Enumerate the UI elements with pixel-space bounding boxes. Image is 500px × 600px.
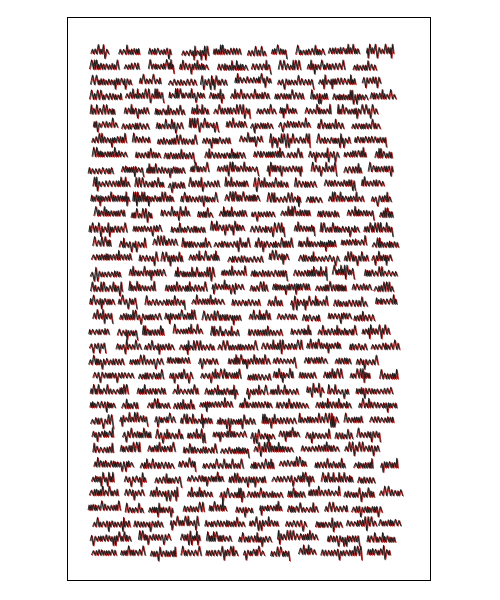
handwritten-line bbox=[92, 175, 386, 194]
handwritten-word bbox=[168, 368, 194, 384]
handwritten-line bbox=[90, 43, 395, 61]
handwritten-line bbox=[91, 426, 382, 445]
handwritten-line bbox=[88, 338, 401, 356]
handwritten-line bbox=[92, 367, 400, 384]
handwritten-word bbox=[277, 529, 319, 545]
handwritten-line bbox=[91, 131, 388, 149]
handwritten-line bbox=[90, 279, 395, 297]
handwritten-word bbox=[278, 456, 307, 467]
handwritten-line bbox=[92, 308, 376, 326]
handwritten-word bbox=[205, 531, 232, 542]
handwritten-word bbox=[360, 175, 385, 187]
handwritten-line bbox=[87, 500, 384, 519]
page-sheet bbox=[67, 17, 431, 581]
handwritten-word bbox=[156, 134, 198, 145]
handwritten-line bbox=[89, 264, 399, 283]
handwriting-area bbox=[87, 43, 404, 562]
handwritten-word bbox=[318, 74, 356, 90]
handwritten-line bbox=[90, 249, 394, 267]
handwritten-word bbox=[89, 266, 121, 282]
handwritten-word bbox=[293, 177, 317, 188]
handwritten-line bbox=[88, 485, 404, 503]
handwritten-word bbox=[310, 161, 337, 177]
handwritten-line bbox=[87, 161, 395, 179]
handwritten-line bbox=[91, 544, 392, 562]
handwritten-word bbox=[284, 519, 307, 532]
handwritten-word bbox=[204, 384, 238, 400]
handwritten-line bbox=[89, 397, 398, 414]
handwritten-line bbox=[90, 411, 395, 430]
handwritten-word bbox=[170, 222, 206, 233]
handwritten-line bbox=[89, 87, 398, 106]
handwritten-word bbox=[93, 456, 134, 472]
handwritten-word bbox=[129, 354, 164, 370]
handwritten-line bbox=[89, 58, 378, 76]
handwritten-word bbox=[344, 441, 380, 457]
handwritten-word bbox=[346, 205, 375, 221]
handwritten-line bbox=[92, 234, 400, 253]
handwritten-line bbox=[91, 146, 394, 165]
handwritten-word bbox=[355, 354, 379, 370]
handwritten-line bbox=[89, 382, 394, 400]
handwritten-line bbox=[89, 529, 397, 548]
handwritten-line bbox=[92, 117, 382, 135]
handwritten-word bbox=[186, 471, 224, 487]
handwritten-word bbox=[242, 545, 265, 561]
handwritten-word bbox=[306, 383, 326, 399]
handwritten-word bbox=[378, 485, 403, 497]
handwritten-line bbox=[89, 103, 379, 120]
handwritten-word bbox=[363, 221, 394, 237]
handwritten-word bbox=[216, 161, 259, 177]
handwritten-line bbox=[92, 441, 381, 459]
handwritten-word bbox=[277, 74, 315, 90]
handwritten-line bbox=[91, 471, 377, 489]
handwritten-word bbox=[254, 237, 294, 253]
handwritten-line bbox=[93, 456, 399, 474]
handwritten-line bbox=[90, 72, 382, 91]
handwritten-line bbox=[89, 294, 398, 311]
handwritten-line bbox=[88, 220, 395, 238]
handwritten-line bbox=[92, 515, 403, 533]
handwritten-line bbox=[88, 323, 391, 342]
handwritten-word bbox=[202, 458, 244, 469]
handwritten-word bbox=[250, 59, 272, 75]
handwritten-word bbox=[133, 520, 164, 532]
handwritten-word bbox=[91, 427, 114, 442]
handwritten-line bbox=[93, 205, 395, 224]
handwritten-line bbox=[88, 353, 380, 371]
handwritten-word bbox=[123, 103, 150, 119]
handwritten-line bbox=[90, 190, 393, 208]
